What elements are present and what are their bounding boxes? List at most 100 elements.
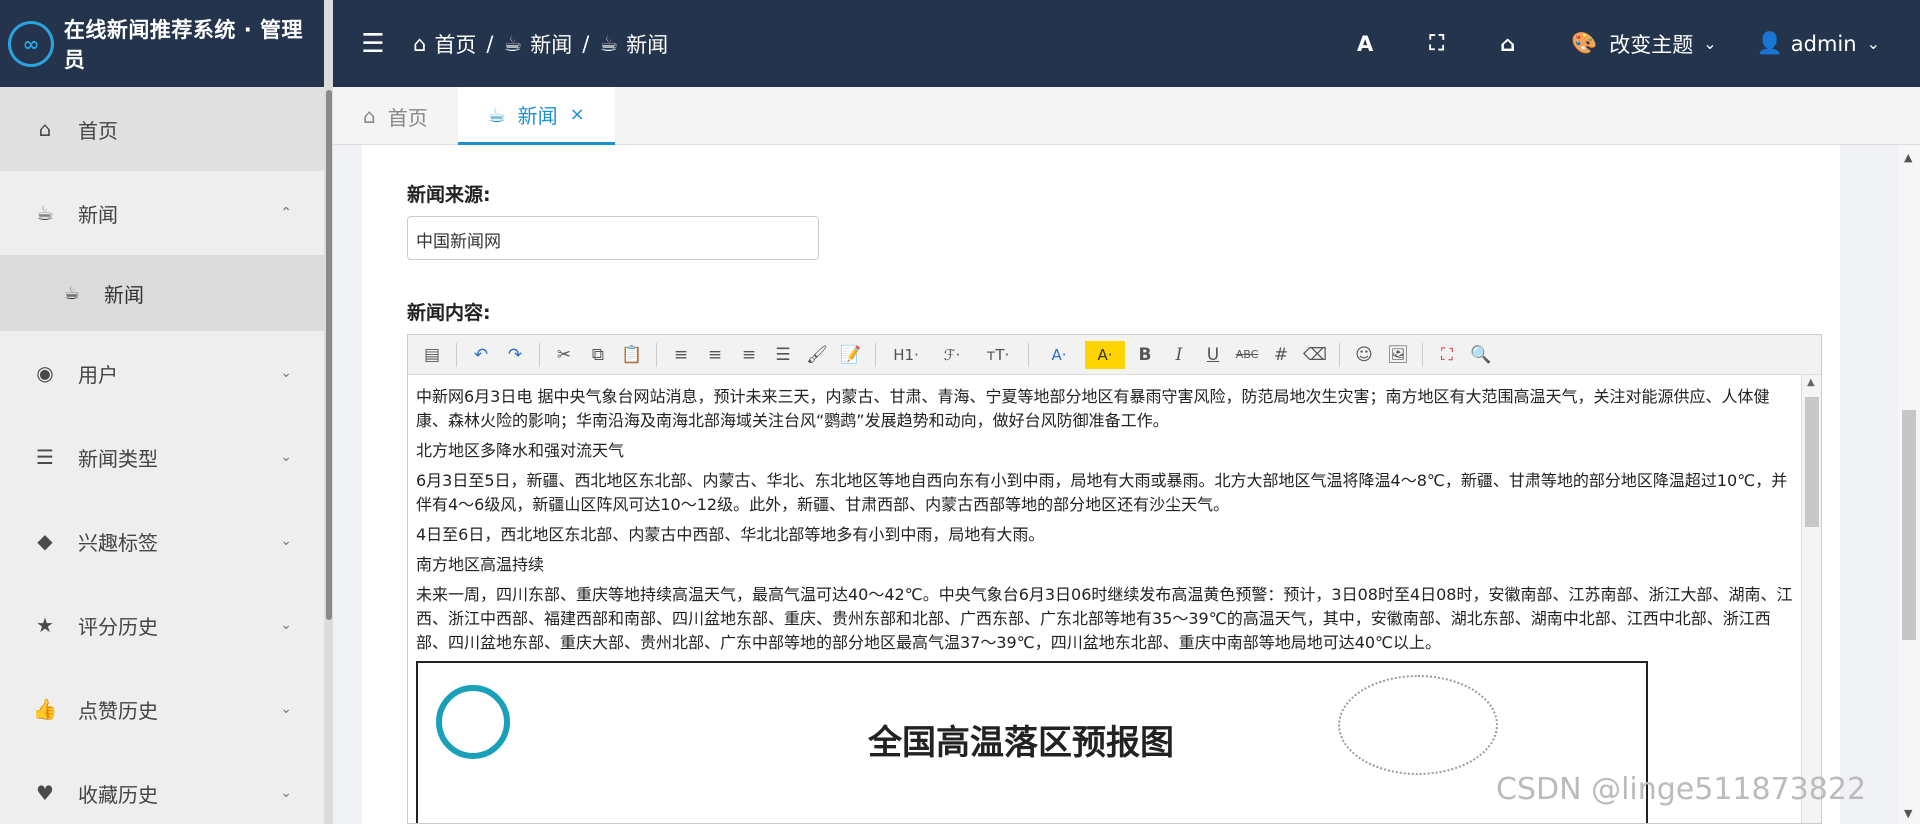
coffee-icon: ☕ <box>36 201 54 225</box>
chevron-down-icon: ⌄ <box>1866 34 1880 53</box>
table-icon[interactable]: # <box>1267 341 1295 369</box>
tab-home[interactable]: ⌂ 首页 <box>333 87 458 145</box>
menu-toggle-icon[interactable]: ☰ <box>333 29 413 59</box>
change-theme-button[interactable]: 🎨 改变主题 ⌄ <box>1571 29 1717 59</box>
sidebar-item-interest-tags[interactable]: ◆ 兴趣标签 ⌄ <box>0 499 324 583</box>
arrow-up-icon[interactable]: ▲ <box>1807 377 1815 388</box>
undo-icon[interactable]: ↶ <box>467 341 495 369</box>
source-icon[interactable]: ▤ <box>418 341 446 369</box>
background-color-dropdown[interactable]: A· <box>1085 340 1125 369</box>
eraser-icon[interactable]: ⌫ <box>1301 341 1329 369</box>
news-source-label: 新闻来源: <box>407 184 491 206</box>
sidebar-item-news-type[interactable]: ☰ 新闻类型 ⌄ <box>0 415 324 499</box>
tags-icon: ◆ <box>37 529 53 553</box>
copy-icon[interactable]: ⧉ <box>584 341 612 369</box>
paste-icon[interactable]: 📋 <box>618 341 646 369</box>
sidebar-subitem-news[interactable]: ☕ 新闻 <box>0 255 324 331</box>
italic-button[interactable]: I <box>1165 341 1193 369</box>
close-icon[interactable]: × <box>570 104 585 125</box>
font-size-dropdown[interactable]: ᴛT· <box>978 341 1018 369</box>
sidebar-item-label: 新闻类型 <box>78 446 158 471</box>
cut-icon[interactable]: ✂ <box>550 341 578 369</box>
font-color-dropdown[interactable]: A· <box>1039 341 1079 369</box>
sidebar-item-label: 用户 <box>78 362 118 387</box>
heading-dropdown[interactable]: H1· <box>886 341 926 369</box>
chevron-down-icon: ⌄ <box>280 785 292 801</box>
emoji-icon[interactable]: ☺ <box>1350 341 1378 369</box>
editor-scrollbar[interactable]: ▲ <box>1801 375 1821 823</box>
align-center-icon[interactable]: ≡ <box>701 341 729 369</box>
paragraph: 南方地区高温持续 <box>416 555 545 574</box>
fullscreen-icon[interactable]: ⛶ <box>1429 31 1444 56</box>
sidebar-item-home[interactable]: ⌂ 首页 <box>0 87 324 171</box>
chevron-up-icon: ⌃ <box>280 205 292 221</box>
align-left-icon[interactable]: ≡ <box>667 341 695 369</box>
breadcrumb-item[interactable]: 新闻 <box>530 29 572 59</box>
paragraph: 未来一周，四川东部、重庆等地持续高温天气，最高气温可达40～42℃。中央气象台6… <box>416 585 1793 652</box>
page-scrollbar[interactable]: ▲ ▼ <box>1898 145 1920 824</box>
paragraph: 北方地区多降水和强对流天气 <box>416 441 625 460</box>
main-content: 新闻来源: 中国新闻网 新闻内容: ▤ ↶ ↷ ✂ ⧉ 📋 ≡ ≡ ≡ ☰ 🖌 … <box>362 145 1840 824</box>
chevron-down-icon: ⌄ <box>280 617 292 633</box>
paragraph: 中新网6月3日电 据中央气象台网站消息，预计未来三天，内蒙古、甘肃、青海、宁夏等… <box>416 387 1770 430</box>
font-family-dropdown[interactable]: ℱ· <box>932 341 972 369</box>
breadcrumb-item: 新闻 <box>626 32 669 57</box>
arrow-down-icon[interactable]: ▼ <box>1904 807 1912 820</box>
breadcrumb-separator: / <box>486 31 494 56</box>
sidebar-item-label: 兴趣标签 <box>78 530 158 555</box>
coffee-icon: ☕ <box>599 31 619 56</box>
editor-body[interactable]: 中新网6月3日电 据中央气象台网站消息，预计未来三天，内蒙古、甘肃、青海、宁夏等… <box>408 375 1801 823</box>
sidebar-item-news[interactable]: ☕ 新闻 ⌃ <box>0 171 324 255</box>
strikethrough-button[interactable]: ABC <box>1233 341 1261 369</box>
fullscreen-icon[interactable]: ⛶ <box>1433 341 1461 369</box>
theme-label: 改变主题 <box>1609 32 1694 57</box>
sidebar-item-label: 评分历史 <box>78 614 158 639</box>
format-brush-icon[interactable]: 🖌 <box>803 341 831 369</box>
breadcrumb-separator: / <box>582 31 590 56</box>
news-source-input[interactable]: 中国新闻网 <box>407 216 819 260</box>
sidebar-scrollbar[interactable] <box>325 0 333 824</box>
coffee-icon: ☕ <box>503 31 523 56</box>
paragraph: 6月3日至5日，新疆、西北地区东北部、内蒙古、华北、东北地区等地自西向东有小到中… <box>416 471 1788 514</box>
sidebar-item-label: 点赞历史 <box>78 698 158 723</box>
top-header: ☰ ⌂ 首页 / ☕ 新闻 / ☕ 新闻 A ⛶ ⌂ 🎨 改变主题 ⌄ 👤 ad… <box>333 0 1920 87</box>
brand-title: 在线新闻推荐系统 · 管理员 <box>63 17 304 72</box>
user-menu[interactable]: 👤 admin ⌄ <box>1757 31 1880 56</box>
align-right-icon[interactable]: ≡ <box>735 341 763 369</box>
breadcrumb-item[interactable]: 首页 <box>434 29 476 59</box>
brand: ∞ 在线新闻推荐系统 · 管理员 <box>0 0 324 87</box>
map-image <box>1338 675 1498 775</box>
coffee-icon: ☕ <box>487 102 506 127</box>
sidebar-item-like-history[interactable]: 👍 点赞历史 ⌄ <box>0 667 324 751</box>
tab-news[interactable]: ☕ 新闻 × <box>457 87 615 145</box>
sidebar-item-favorite-history[interactable]: ♥ 收藏历史 ⌄ <box>0 751 324 824</box>
align-justify-icon[interactable]: ☰ <box>769 341 797 369</box>
font-size-button[interactable]: A <box>1357 32 1373 56</box>
logo-icon: ∞ <box>8 20 54 67</box>
rich-text-editor[interactable]: ▤ ↶ ↷ ✂ ⧉ 📋 ≡ ≡ ≡ ☰ 🖌 📝 H1· ℱ· ᴛT· A· A·… <box>407 334 1822 824</box>
sidebar-item-label: 新闻 <box>104 282 144 307</box>
paste-text-icon[interactable]: 📝 <box>837 341 865 369</box>
user-circle-icon: ◉ <box>36 361 54 385</box>
sidebar-item-rating-history[interactable]: ★ 评分历史 ⌄ <box>0 583 324 667</box>
chevron-down-icon: ⌄ <box>280 449 292 465</box>
heart-icon: ♥ <box>36 781 54 805</box>
breadcrumb: ⌂ 首页 / ☕ 新闻 / ☕ 新闻 <box>413 29 668 59</box>
preview-icon[interactable]: 🔍 <box>1467 341 1495 369</box>
sidebar-item-users[interactable]: ◉ 用户 ⌄ <box>0 331 324 415</box>
arrow-up-icon[interactable]: ▲ <box>1904 151 1912 164</box>
sidebar-item-label: 新闻 <box>78 202 118 227</box>
figure-title: 全国高温落区预报图 <box>868 723 1174 763</box>
home-icon: ⌂ <box>413 31 427 56</box>
user-icon: 👤 <box>1756 31 1783 55</box>
underline-button[interactable]: U <box>1199 341 1227 369</box>
thumbs-up-icon: 👍 <box>32 697 58 721</box>
chevron-down-icon: ⌄ <box>280 365 292 381</box>
bold-button[interactable]: B <box>1131 341 1159 369</box>
redo-icon[interactable]: ↷ <box>501 341 529 369</box>
sidebar-item-label: 首页 <box>78 118 118 143</box>
image-icon[interactable]: 🖼 <box>1384 341 1412 369</box>
list-icon: ☰ <box>36 445 54 469</box>
home-icon[interactable]: ⌂ <box>1500 32 1515 56</box>
weather-logo-icon <box>436 685 510 759</box>
